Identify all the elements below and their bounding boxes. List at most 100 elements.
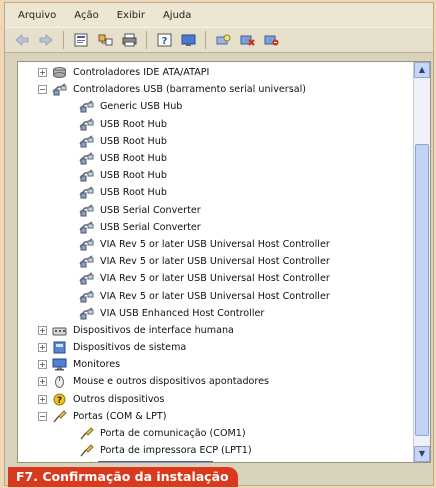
usb-icon	[78, 272, 94, 286]
tree-item[interactable]: − Controladores USB (barramento serial un…	[18, 81, 414, 98]
tree-item[interactable]: + Mouse e outros dispositivos apontadores	[18, 373, 414, 390]
usb-icon	[78, 186, 94, 200]
tree-item[interactable]: VIA Rev 5 or later USB Universal Host Co…	[18, 287, 414, 304]
toolbar-separator	[146, 31, 147, 49]
tree-item[interactable]: USB Serial Port (COM3)	[18, 459, 414, 462]
tree-item-label: USB Root Hub	[100, 118, 167, 130]
tree-item-label: Controladores USB (barramento serial uni…	[73, 84, 307, 96]
tree-item-label: USB Serial Converter	[100, 221, 201, 233]
toolbar-separator	[205, 31, 206, 49]
toolbar: ?	[5, 27, 433, 53]
device-manager-window: Arquivo Ação Exibir Ajuda ? + Controlado…	[4, 2, 434, 486]
tree-item[interactable]: + Dispositivos de interface humana	[18, 322, 414, 339]
usb-icon	[78, 237, 94, 251]
menu-ajuda[interactable]: Ajuda	[154, 10, 200, 21]
tree-item[interactable]: USB Serial Converter	[18, 202, 414, 219]
disable-icon[interactable]	[262, 31, 280, 49]
device-tree-panel: + Controladores IDE ATA/ATAPI − Controlador…	[17, 61, 431, 463]
tree-item[interactable]: − Portas (COM & LPT)	[18, 408, 414, 425]
usb-icon	[78, 220, 94, 234]
mouse-icon	[51, 375, 67, 389]
device-tree: + Controladores IDE ATA/ATAPI − Controlador…	[18, 64, 414, 462]
tree-item[interactable]: USB Root Hub	[18, 150, 414, 167]
tree-item-label: USB Serial Port (COM3)	[98, 461, 214, 462]
forward-icon[interactable]	[37, 31, 55, 49]
menu-exibir[interactable]: Exibir	[108, 10, 154, 21]
scroll-down-icon[interactable]: ▼	[414, 446, 430, 462]
expand-icon[interactable]: +	[38, 343, 47, 353]
tree-item-label: Dispositivos de interface humana	[73, 324, 234, 336]
port-icon	[78, 427, 94, 441]
tree-item[interactable]: + Monitores	[18, 356, 414, 373]
expand-icon[interactable]: +	[38, 68, 47, 78]
port-icon	[51, 409, 67, 423]
vertical-scrollbar[interactable]: ▲ ▼	[413, 62, 430, 462]
help-icon[interactable]: ?	[155, 31, 173, 49]
tree-item-label: Dispositivos de sistema	[73, 342, 187, 354]
unknown-device-icon: ?	[51, 392, 67, 406]
tree-item[interactable]: USB Serial Converter	[18, 219, 414, 236]
collapse-icon[interactable]: −	[38, 411, 47, 421]
tree-item[interactable]: Porta de comunicação (COM1)	[18, 425, 414, 442]
system-device-icon	[51, 341, 67, 355]
tree-item-label: USB Serial Converter	[100, 204, 201, 216]
tree-view-icon[interactable]	[96, 31, 114, 49]
tree-item[interactable]: VIA Rev 5 or later USB Universal Host Co…	[18, 253, 414, 270]
properties-icon[interactable]	[72, 31, 90, 49]
tree-item[interactable]: +? Outros dispositivos	[18, 391, 414, 408]
tree-item[interactable]: VIA Rev 5 or later USB Universal Host Co…	[18, 236, 414, 253]
tree-item[interactable]: + Dispositivos de sistema	[18, 339, 414, 356]
tree-item-label: USB Root Hub	[100, 153, 167, 165]
tree-item-label: Porta de comunicação (COM1)	[100, 428, 246, 440]
scan-hardware-icon[interactable]	[214, 31, 232, 49]
tree-item-label: USB Root Hub	[100, 170, 167, 182]
tree-item[interactable]: USB Root Hub	[18, 133, 414, 150]
menu-acao[interactable]: Ação	[65, 10, 107, 21]
menu-bar: Arquivo Ação Exibir Ajuda	[5, 3, 433, 27]
tree-item-label: Portas (COM & LPT)	[73, 410, 167, 422]
port-icon	[78, 444, 94, 458]
expand-icon[interactable]: +	[38, 325, 47, 335]
uninstall-icon[interactable]	[238, 31, 256, 49]
usb-icon	[78, 117, 94, 131]
monitor-icon	[51, 358, 67, 372]
usb-icon	[78, 203, 94, 217]
tree-item[interactable]: + Controladores IDE ATA/ATAPI	[18, 64, 414, 81]
tree-item[interactable]: VIA USB Enhanced Host Controller	[18, 305, 414, 322]
usb-icon	[78, 255, 94, 269]
menu-arquivo[interactable]: Arquivo	[9, 10, 65, 21]
collapse-icon[interactable]: −	[38, 85, 47, 95]
tree-item-label: Controladores IDE ATA/ATAPI	[73, 67, 210, 79]
back-icon[interactable]	[13, 31, 31, 49]
tree-item-label: VIA Rev 5 or later USB Universal Host Co…	[100, 290, 330, 302]
usb-controller-icon	[51, 83, 67, 97]
tree-item[interactable]: VIA Rev 5 or later USB Universal Host Co…	[18, 270, 414, 287]
svg-text:?: ?	[161, 36, 167, 47]
expand-icon[interactable]: +	[38, 360, 47, 370]
tree-item-label: VIA USB Enhanced Host Controller	[100, 307, 265, 319]
tree-item[interactable]: USB Root Hub	[18, 184, 414, 201]
tree-item-label: Mouse e outros dispositivos apontadores	[73, 376, 270, 388]
svg-text:?: ?	[56, 396, 61, 406]
print-icon[interactable]	[120, 31, 138, 49]
tree-item-label: Outros dispositivos	[73, 393, 165, 405]
tree-item[interactable]: Generic USB Hub	[18, 98, 414, 115]
tree-item[interactable]: Porta de impressora ECP (LPT1)	[18, 442, 414, 459]
tree-item[interactable]: USB Root Hub	[18, 167, 414, 184]
tree-item-label: Generic USB Hub	[100, 101, 183, 113]
scroll-up-icon[interactable]: ▲	[414, 62, 430, 78]
usb-icon	[78, 100, 94, 114]
port-icon	[78, 461, 94, 462]
device-view-icon[interactable]	[179, 31, 197, 49]
tree-item-label: Porta de impressora ECP (LPT1)	[100, 445, 252, 457]
tree-item-label: USB Root Hub	[100, 187, 167, 199]
scrollbar-thumb[interactable]	[415, 144, 429, 436]
figure-caption: F7. Confirmação da instalação	[8, 467, 238, 487]
expand-icon[interactable]: +	[38, 377, 47, 387]
tree-item-label: Monitores	[73, 359, 121, 371]
tree-item[interactable]: USB Root Hub	[18, 116, 414, 133]
usb-icon	[78, 306, 94, 320]
ide-controller-icon	[51, 66, 67, 80]
expand-icon[interactable]: +	[38, 394, 47, 404]
usb-icon	[78, 152, 94, 166]
